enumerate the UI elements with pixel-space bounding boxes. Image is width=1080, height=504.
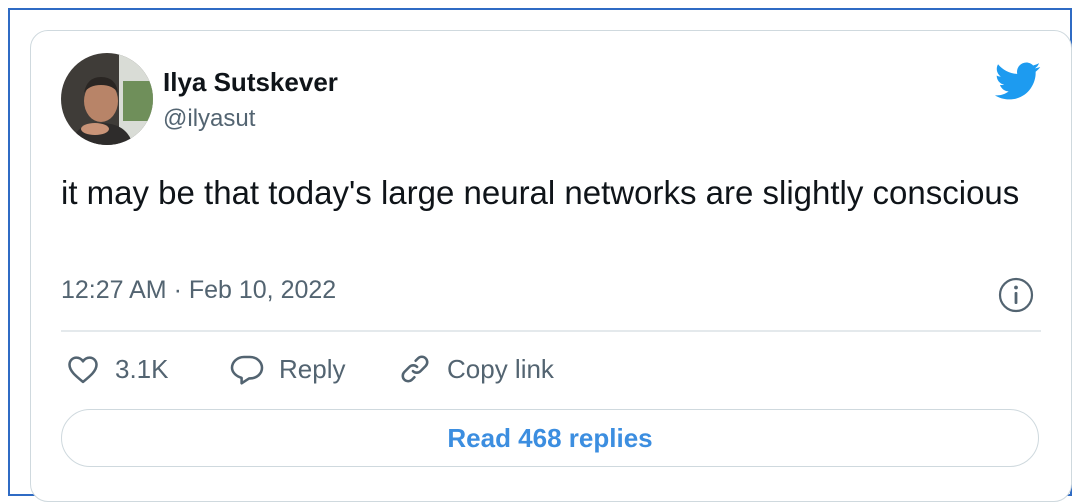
reply-button[interactable]: Reply <box>229 349 345 389</box>
twitter-bird-icon[interactable] <box>993 57 1041 105</box>
tweet-timestamp[interactable]: 12:27 AM · Feb 10, 2022 <box>61 276 336 305</box>
screenshot-frame: Ilya Sutskever @ilyasut it may be that t… <box>8 8 1072 502</box>
copy-link-button[interactable]: Copy link <box>397 349 554 389</box>
like-button[interactable]: 3.1K <box>65 349 169 389</box>
like-count: 3.1K <box>115 353 169 384</box>
read-replies-label: Read 468 replies <box>447 422 653 453</box>
tweet-card: Ilya Sutskever @ilyasut it may be that t… <box>30 30 1072 502</box>
avatar[interactable] <box>61 53 153 145</box>
read-replies-button[interactable]: Read 468 replies <box>61 409 1039 467</box>
link-icon <box>401 355 429 383</box>
divider <box>61 330 1041 332</box>
author-handle[interactable]: @ilyasut <box>163 105 255 133</box>
info-icon[interactable] <box>996 275 1036 315</box>
speech-bubble-icon <box>230 355 264 385</box>
tweet-text: it may be that today's large neural netw… <box>61 174 1020 211</box>
heart-icon <box>68 356 98 384</box>
reply-label: Reply <box>279 353 346 384</box>
avatar-image <box>61 53 153 145</box>
copy-link-label: Copy link <box>447 353 554 384</box>
author-name[interactable]: Ilya Sutskever <box>163 67 338 98</box>
